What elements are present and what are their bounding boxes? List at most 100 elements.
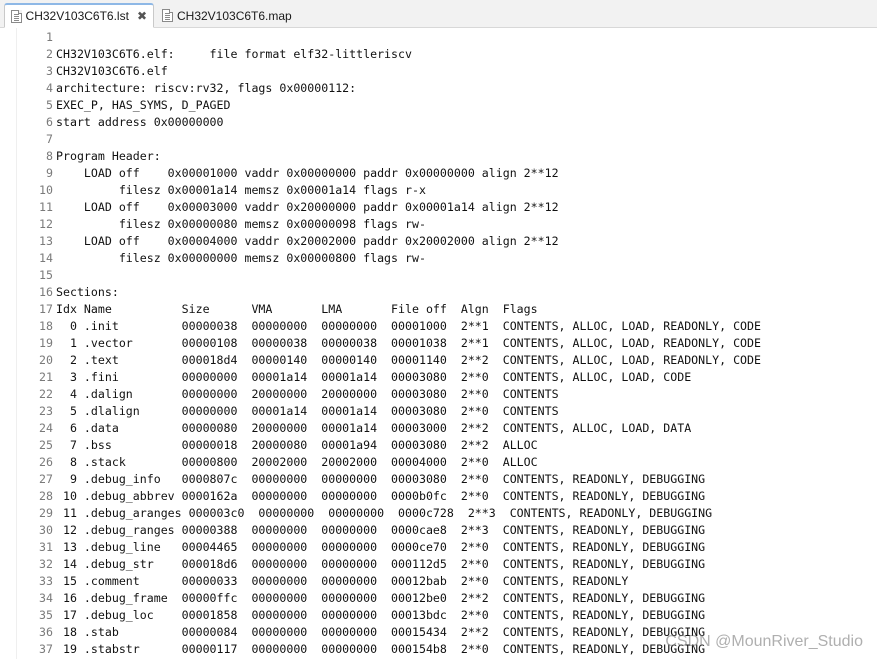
code-line[interactable]: 14 filesz 0x00000000 memsz 0x00000800 fl… [0,250,426,267]
code-line[interactable]: 6 start address 0x00000000 [0,114,224,131]
code-line[interactable]: 33 15 .comment 00000033 00000000 0000000… [0,573,628,590]
tab-label: CH32V103C6T6.lst [25,9,129,23]
line-number: 9 [46,166,53,180]
line-number: 14 [39,251,53,265]
line-number: 11 [39,200,53,214]
code-line[interactable]: 3 CH32V103C6T6.elf [0,63,168,80]
code-line[interactable]: 19 1 .vector 00000108 00000038 00000038 … [0,335,761,352]
line-number: 12 [39,217,53,231]
line-number: 5 [46,98,53,112]
code-line[interactable]: 17 Idx Name Size VMA LMA File off Algn Fl… [0,301,538,318]
line-text: 6 .data 00000080 20000000 00001a14 00003… [56,421,692,435]
tab-lst-file[interactable]: CH32V103C6T6.lst ✖ [4,3,154,28]
line-text: 11 .debug_aranges 000003c0 00000000 0000… [56,506,713,520]
code-line[interactable]: 25 7 .bss 00000018 20000080 00001a94 000… [0,437,538,454]
line-text: LOAD off 0x00004000 vaddr 0x20002000 pad… [56,234,559,248]
code-line[interactable]: 37 19 .stabstr 00000117 00000000 0000000… [0,641,705,658]
code-line[interactable]: 28 10 .debug_abbrev 0000162a 00000000 00… [0,488,705,505]
line-number: 18 [39,319,53,333]
text-file-icon [11,9,22,23]
code-line[interactable]: 23 5 .dlalign 00000000 00001a14 00001a14… [0,403,559,420]
line-number: 1 [46,30,53,44]
code-line[interactable]: 27 9 .debug_info 0000807c 00000000 00000… [0,471,705,488]
line-text: 10 .debug_abbrev 0000162a 00000000 00000… [56,489,706,503]
close-tab-icon[interactable]: ✖ [137,9,147,23]
text-editor[interactable]: 1 2 CH32V103C6T6.elf: file format elf32-li… [0,28,877,659]
code-line[interactable]: 12 filesz 0x00000080 memsz 0x00000098 fl… [0,216,426,233]
line-text: 3 .fini 00000000 00001a14 00001a14 00003… [56,370,692,384]
text-file-icon [162,9,173,22]
code-line[interactable]: 34 16 .debug_frame 00000ffc 00000000 000… [0,590,705,607]
line-number: 23 [39,404,53,418]
line-number: 37 [39,642,53,656]
line-number: 10 [39,183,53,197]
code-line[interactable]: 7 [0,131,53,148]
line-number: 29 [39,506,53,520]
line-text: architecture: riscv:rv32, flags 0x000001… [56,81,357,95]
code-line[interactable]: 35 17 .debug_loc 00001858 00000000 00000… [0,607,705,624]
code-line[interactable]: 16 Sections: [0,284,119,301]
line-number: 31 [39,540,53,554]
code-line[interactable]: 22 4 .dalign 00000000 20000000 20000000 … [0,386,559,403]
line-text: 18 .stab 00000084 00000000 00000000 0001… [56,625,706,639]
line-number: 33 [39,574,53,588]
code-line[interactable]: 13 LOAD off 0x00004000 vaddr 0x20002000 … [0,233,559,250]
code-line[interactable]: 31 13 .debug_line 00004465 00000000 0000… [0,539,705,556]
tab-label: CH32V103C6T6.map [177,8,292,23]
code-line[interactable]: 18 0 .init 00000038 00000000 00000000 00… [0,318,761,335]
code-line[interactable]: 29 11 .debug_aranges 000003c0 00000000 0… [0,505,712,522]
code-line[interactable]: 8 Program Header: [0,148,161,165]
line-text: 7 .bss 00000018 20000080 00001a94 000030… [56,438,538,452]
code-line[interactable]: 9 LOAD off 0x00001000 vaddr 0x00000000 p… [0,165,559,182]
line-text: CH32V103C6T6.elf [56,64,168,78]
line-text: filesz 0x00000000 memsz 0x00000800 flags… [56,251,426,265]
code-line[interactable]: 21 3 .fini 00000000 00001a14 00001a14 00… [0,369,691,386]
code-line[interactable]: 30 12 .debug_ranges 00000388 00000000 00… [0,522,705,539]
line-number: 13 [39,234,53,248]
line-number: 35 [39,608,53,622]
code-line[interactable]: 15 [0,267,53,284]
line-number: 7 [46,132,53,146]
code-line[interactable]: 10 filesz 0x00001a14 memsz 0x00001a14 fl… [0,182,426,199]
line-text: 9 .debug_info 0000807c 00000000 00000000… [56,472,706,486]
code-line[interactable]: 36 18 .stab 00000084 00000000 00000000 0… [0,624,705,641]
line-number: 17 [39,302,53,316]
line-text: Program Header: [56,149,161,163]
line-number: 8 [46,149,53,163]
code-line[interactable]: 2 CH32V103C6T6.elf: file format elf32-lit… [0,46,412,63]
editor-lines: 1 2 CH32V103C6T6.elf: file format elf32-li… [0,29,761,658]
code-line[interactable]: 4 architecture: riscv:rv32, flags 0x00000… [0,80,356,97]
line-number: 30 [39,523,53,537]
line-number: 24 [39,421,53,435]
line-text: filesz 0x00000080 memsz 0x00000098 flags… [56,217,426,231]
line-number: 25 [39,438,53,452]
line-text: 19 .stabstr 00000117 00000000 00000000 0… [56,642,706,656]
code-line[interactable]: 32 14 .debug_str 000018d6 00000000 00000… [0,556,705,573]
code-line[interactable]: 24 6 .data 00000080 20000000 00001a14 00… [0,420,691,437]
line-text: LOAD off 0x00001000 vaddr 0x00000000 pad… [56,166,559,180]
line-number: 36 [39,625,53,639]
code-line[interactable]: 1 [0,29,53,46]
line-number: 32 [39,557,53,571]
line-number: 27 [39,472,53,486]
line-text: start address 0x00000000 [56,115,224,129]
line-text: 8 .stack 00000800 20002000 20002000 0000… [56,455,538,469]
line-text: CH32V103C6T6.elf: file format elf32-litt… [56,47,412,61]
code-line[interactable]: 20 2 .text 000018d4 00000140 00000140 00… [0,352,761,369]
line-number: 2 [46,47,53,61]
watermark: CSDN @MounRiver_Studio [665,633,863,650]
line-text: EXEC_P, HAS_SYMS, D_PAGED [56,98,231,112]
line-text: 13 .debug_line 00004465 00000000 0000000… [56,540,706,554]
line-text: 14 .debug_str 000018d6 00000000 00000000… [56,557,706,571]
line-number: 34 [39,591,53,605]
line-text: 2 .text 000018d4 00000140 00000140 00001… [56,353,761,367]
editor-tab-bar: CH32V103C6T6.lst ✖ CH32V103C6T6.map [0,0,877,28]
code-line[interactable]: 26 8 .stack 00000800 20002000 20002000 0… [0,454,538,471]
line-text: 17 .debug_loc 00001858 00000000 00000000… [56,608,706,622]
line-text: 12 .debug_ranges 00000388 00000000 00000… [56,523,706,537]
line-number: 16 [39,285,53,299]
code-line[interactable]: 5 EXEC_P, HAS_SYMS, D_PAGED [0,97,231,114]
tab-map-file[interactable]: CH32V103C6T6.map [156,3,306,28]
code-line[interactable]: 11 LOAD off 0x00003000 vaddr 0x20000000 … [0,199,559,216]
line-text: 4 .dalign 00000000 20000000 20000000 000… [56,387,559,401]
